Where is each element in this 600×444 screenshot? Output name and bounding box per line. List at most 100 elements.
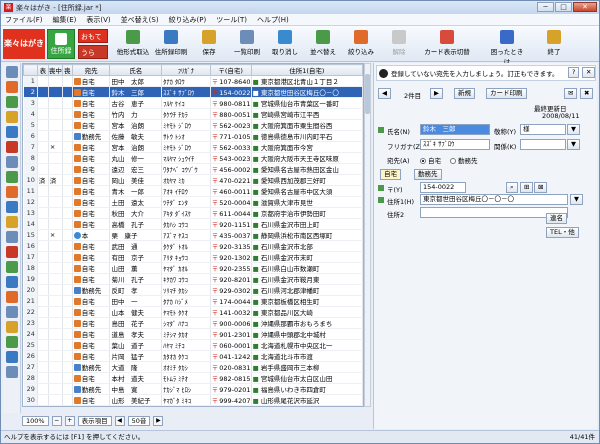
tool-icon[interactable]: [6, 111, 18, 123]
table-row[interactable]: 27 勤務先 大道 隆 ｵｵﾐﾁ ﾀｶｼ 〒020-0831 ■ 岩手県盛岡市三本柳: [23, 361, 363, 373]
tool-icon[interactable]: [6, 246, 18, 258]
joint-name-button[interactable]: 連名: [546, 213, 567, 224]
table-row[interactable]: 2 自宅 鈴木 三郎 ｽｽﾞｷ ｻﾌﾞﾛｳ 〒154-0022 ■ 東京都世田谷区梅丘〇－…: [23, 86, 363, 98]
menu-item[interactable]: ファイル(F): [5, 15, 43, 25]
zoom-out-icon[interactable]: −: [51, 416, 62, 426]
search-icon[interactable]: ⌕: [506, 182, 518, 193]
menu-item[interactable]: 絞り込み(P): [169, 15, 207, 25]
tool-icon[interactable]: [6, 291, 18, 303]
column-header[interactable]: 氏名: [109, 64, 163, 76]
toolbar-button[interactable]: 絞り込み: [342, 29, 380, 59]
tool-icon[interactable]: [6, 276, 18, 288]
zoom-select[interactable]: 100%: [22, 416, 49, 426]
prev-record-icon[interactable]: ◀: [378, 88, 391, 99]
table-row[interactable]: 20 勤務先 反町 孝 ｿﾘﾏﾁ ﾀｶｼ 〒929-0302 ■ 石川県河北郡津幡町: [23, 284, 363, 296]
tool-icon[interactable]: [6, 81, 18, 93]
address1-field[interactable]: 東京都世田谷区梅丘〇－〇－〇: [420, 194, 568, 205]
tel-other-button[interactable]: TEL・他: [546, 227, 579, 238]
table-row[interactable]: 1 自宅 田中 太郎 ﾀﾅｶ ﾀﾛｳ 〒107-8640 ■ 東京都港区北青山１丁目２: [23, 75, 363, 87]
table-row[interactable]: 26 自宅 片岡 猛子 ｶﾀｵｶ ﾀｹｺ 〒041-1242 ■ 北海道北斗市市渡: [23, 350, 363, 362]
next-icon[interactable]: ▶: [153, 416, 164, 426]
table-row[interactable]: 7 × 自宅 宮本 治朗 ﾐﾔﾓﾄ ｼﾞﾛｳ 〒562-0033 ■ 大阪府箕面市今宮: [23, 141, 363, 153]
toolbar-button[interactable]: 終了: [535, 29, 573, 59]
minimize-button[interactable]: ─: [537, 2, 554, 12]
name-field[interactable]: 鈴木 三郎: [420, 124, 490, 135]
tool-icon[interactable]: [6, 156, 18, 168]
table-row[interactable]: 25 自宅 葉山 道子 ﾊﾔﾏ ﾐﾁｺ 〒060-0001 ■ 北海道札幌市中央区北一: [23, 339, 363, 351]
chevron-down-icon[interactable]: ▼: [567, 139, 580, 150]
tool-icon[interactable]: [6, 306, 18, 318]
tab-address-book[interactable]: 住所録: [47, 29, 75, 59]
column-header[interactable]: 表: [36, 64, 49, 76]
toolbar-button[interactable]: 困ったときは: [488, 29, 526, 66]
table-row[interactable]: 13 自宅 秋田 大介 ｱｷﾀ ﾀﾞｲｽｹ 〒611-0044 ■ 京都府宇治市伊勢田町: [23, 207, 363, 219]
tool-icon[interactable]: [6, 366, 18, 378]
tool-icon[interactable]: [6, 321, 18, 333]
new-button[interactable]: 新規: [454, 88, 475, 99]
clear-icon[interactable]: ⊠: [534, 182, 548, 193]
table-row[interactable]: 24 自宅 道島 孝夫 ﾐﾁｼﾏ ﾀｶｵ 〒901-2301 ■ 沖縄県中頭郡北中城村: [23, 328, 363, 340]
prev-icon[interactable]: ◀: [114, 416, 125, 426]
table-row[interactable]: 16 自宅 武田 通 ﾀｹﾀﾞ ﾄｵﾙ 〒920-3135 ■ 石川県金沢市北部: [23, 240, 363, 252]
table-row[interactable]: 5 自宅 宮本 治朗 ﾐﾔﾓﾄ ｼﾞﾛｳ 〒562-0023 ■ 大阪府箕面市粟生間谷西: [23, 119, 363, 131]
column-header[interactable]: 喪: [61, 64, 73, 76]
column-header[interactable]: [23, 64, 38, 76]
menu-item[interactable]: ツール(T): [216, 15, 247, 25]
address-grid[interactable]: 表喪中喪宛先 氏名 ﾌﾘｶﾞﾅ 〒(自宅) 住所1(自宅) 1 自宅 田中 太郎 ﾀﾅｶ ﾀﾛ…: [22, 63, 364, 407]
tool-icon[interactable]: [6, 141, 18, 153]
display-items-select[interactable]: 表示項目: [77, 416, 112, 426]
vertical-scrollbar[interactable]: [364, 63, 371, 407]
tool-icon[interactable]: [6, 351, 18, 363]
toolbar-button[interactable]: 保存: [190, 29, 228, 59]
dest-radio-home[interactable]: 自宅: [420, 155, 441, 165]
relation-field[interactable]: [520, 139, 566, 150]
chevron-down-icon[interactable]: ▼: [570, 194, 583, 205]
print-icon[interactable]: ✉: [564, 88, 578, 99]
table-row[interactable]: 6 勤務先 佐藤 敏夫 ｻﾄｳ ﾄｼｵ 〒771-0105 ■ 徳島県徳島市川内町平石: [23, 130, 363, 142]
table-row[interactable]: 18 自宅 山田 薫 ﾔﾏﾀﾞ ｶｵﾙ 〒920-2355 ■ 石川県白山市数瀬町: [23, 262, 363, 274]
tab-work[interactable]: 勤務先: [414, 169, 442, 180]
table-row[interactable]: 10 済済自宅 岡山 美佳 ｵｶﾔﾏ ﾐｶ 〒470-0221 ■ 愛知県西加茂郡三好町: [23, 174, 363, 186]
tab-home[interactable]: 自宅: [380, 169, 401, 180]
table-row[interactable]: 9 自宅 遠辺 宏三 ﾜﾀﾅﾍﾞ ｺｳｿﾞｳ 〒456-0002 ■ 愛知県名古屋市熱田区…: [23, 163, 363, 175]
maximize-button[interactable]: □: [555, 2, 572, 12]
column-header[interactable]: 住所1(自宅): [250, 64, 363, 76]
toolbar-button[interactable]: 住所録印刷: [152, 29, 190, 59]
help-icon[interactable]: ?: [568, 67, 580, 78]
table-row[interactable]: 19 自宅 菊川 孔子 ｷｸｶﾜ ｺｳｺ 〒920-8201 ■ 石川県金沢市鞍月東: [23, 273, 363, 285]
index-select[interactable]: 50音: [127, 416, 151, 426]
table-row[interactable]: 4 自宅 竹内 力 ﾀｹｳﾁ ﾁｶﾗ 〒880-0051 ■ 宮崎県宮崎市江平西: [23, 108, 363, 120]
toolbar-button[interactable]: 一覧印刷: [228, 29, 266, 59]
chevron-down-icon[interactable]: ▼: [567, 124, 580, 135]
tool-icon[interactable]: [6, 261, 18, 273]
column-header[interactable]: ﾌﾘｶﾞﾅ: [161, 64, 211, 76]
map-icon[interactable]: ⊞: [520, 182, 534, 193]
close-panel-icon[interactable]: ✕: [582, 67, 596, 78]
delete-icon[interactable]: ✖: [580, 88, 594, 99]
menu-item[interactable]: 編集(E): [53, 15, 77, 25]
column-header[interactable]: 〒(自宅): [209, 64, 252, 76]
dest-radio-work[interactable]: 勤務先: [450, 155, 478, 165]
table-row[interactable]: 31 自宅西川 かのこﾆｼｶﾜ ｶﾉｺ〒300-2601■ 茨城県つくば市天久保: [23, 405, 363, 406]
tool-icon[interactable]: [6, 201, 18, 213]
tool-icon[interactable]: [6, 126, 18, 138]
toolbar-button[interactable]: 取り消し: [266, 29, 304, 59]
tool-icon[interactable]: [6, 66, 18, 78]
close-button[interactable]: ✕: [573, 2, 597, 12]
toolbar-button[interactable]: カード表示切替: [421, 29, 473, 59]
menu-item[interactable]: ヘルプ(H): [257, 15, 289, 25]
tab-omote[interactable]: おもて: [78, 29, 108, 43]
zip-field[interactable]: 154-0022: [420, 182, 466, 193]
tool-icon[interactable]: [6, 186, 18, 198]
tool-icon[interactable]: [6, 96, 18, 108]
table-row[interactable]: 8 自宅 丸山 修一 ﾏﾙﾔﾏ ｼｭｳｲﾁ 〒543-0023 ■ 大阪府大阪市天王寺区味…: [23, 152, 363, 164]
tab-ura[interactable]: うら: [78, 45, 108, 59]
table-row[interactable]: 28 自宅 本村 道夫 ﾓﾄﾑﾗ ﾐﾁｵ 〒982-0815 ■ 宮城県仙台市太白区山田: [23, 372, 363, 384]
menu-item[interactable]: 表示(V): [86, 15, 110, 25]
zoom-in-icon[interactable]: +: [64, 416, 75, 426]
tool-icon[interactable]: [6, 336, 18, 348]
table-row[interactable]: 30 自宅 山形 美紀子 ﾔﾏｶﾞﾀ ﾐｷｺ 〒999-4207 ■ 山形県尾花沢市延沢: [23, 394, 363, 406]
menu-item[interactable]: 並べ替え(S): [121, 15, 159, 25]
table-row[interactable]: 21 自宅 田中 一 ﾀﾅｶ ﾊｼﾞﾒ 〒174-0044 ■ 東京都板橋区相生町: [23, 295, 363, 307]
tool-icon[interactable]: [6, 216, 18, 228]
